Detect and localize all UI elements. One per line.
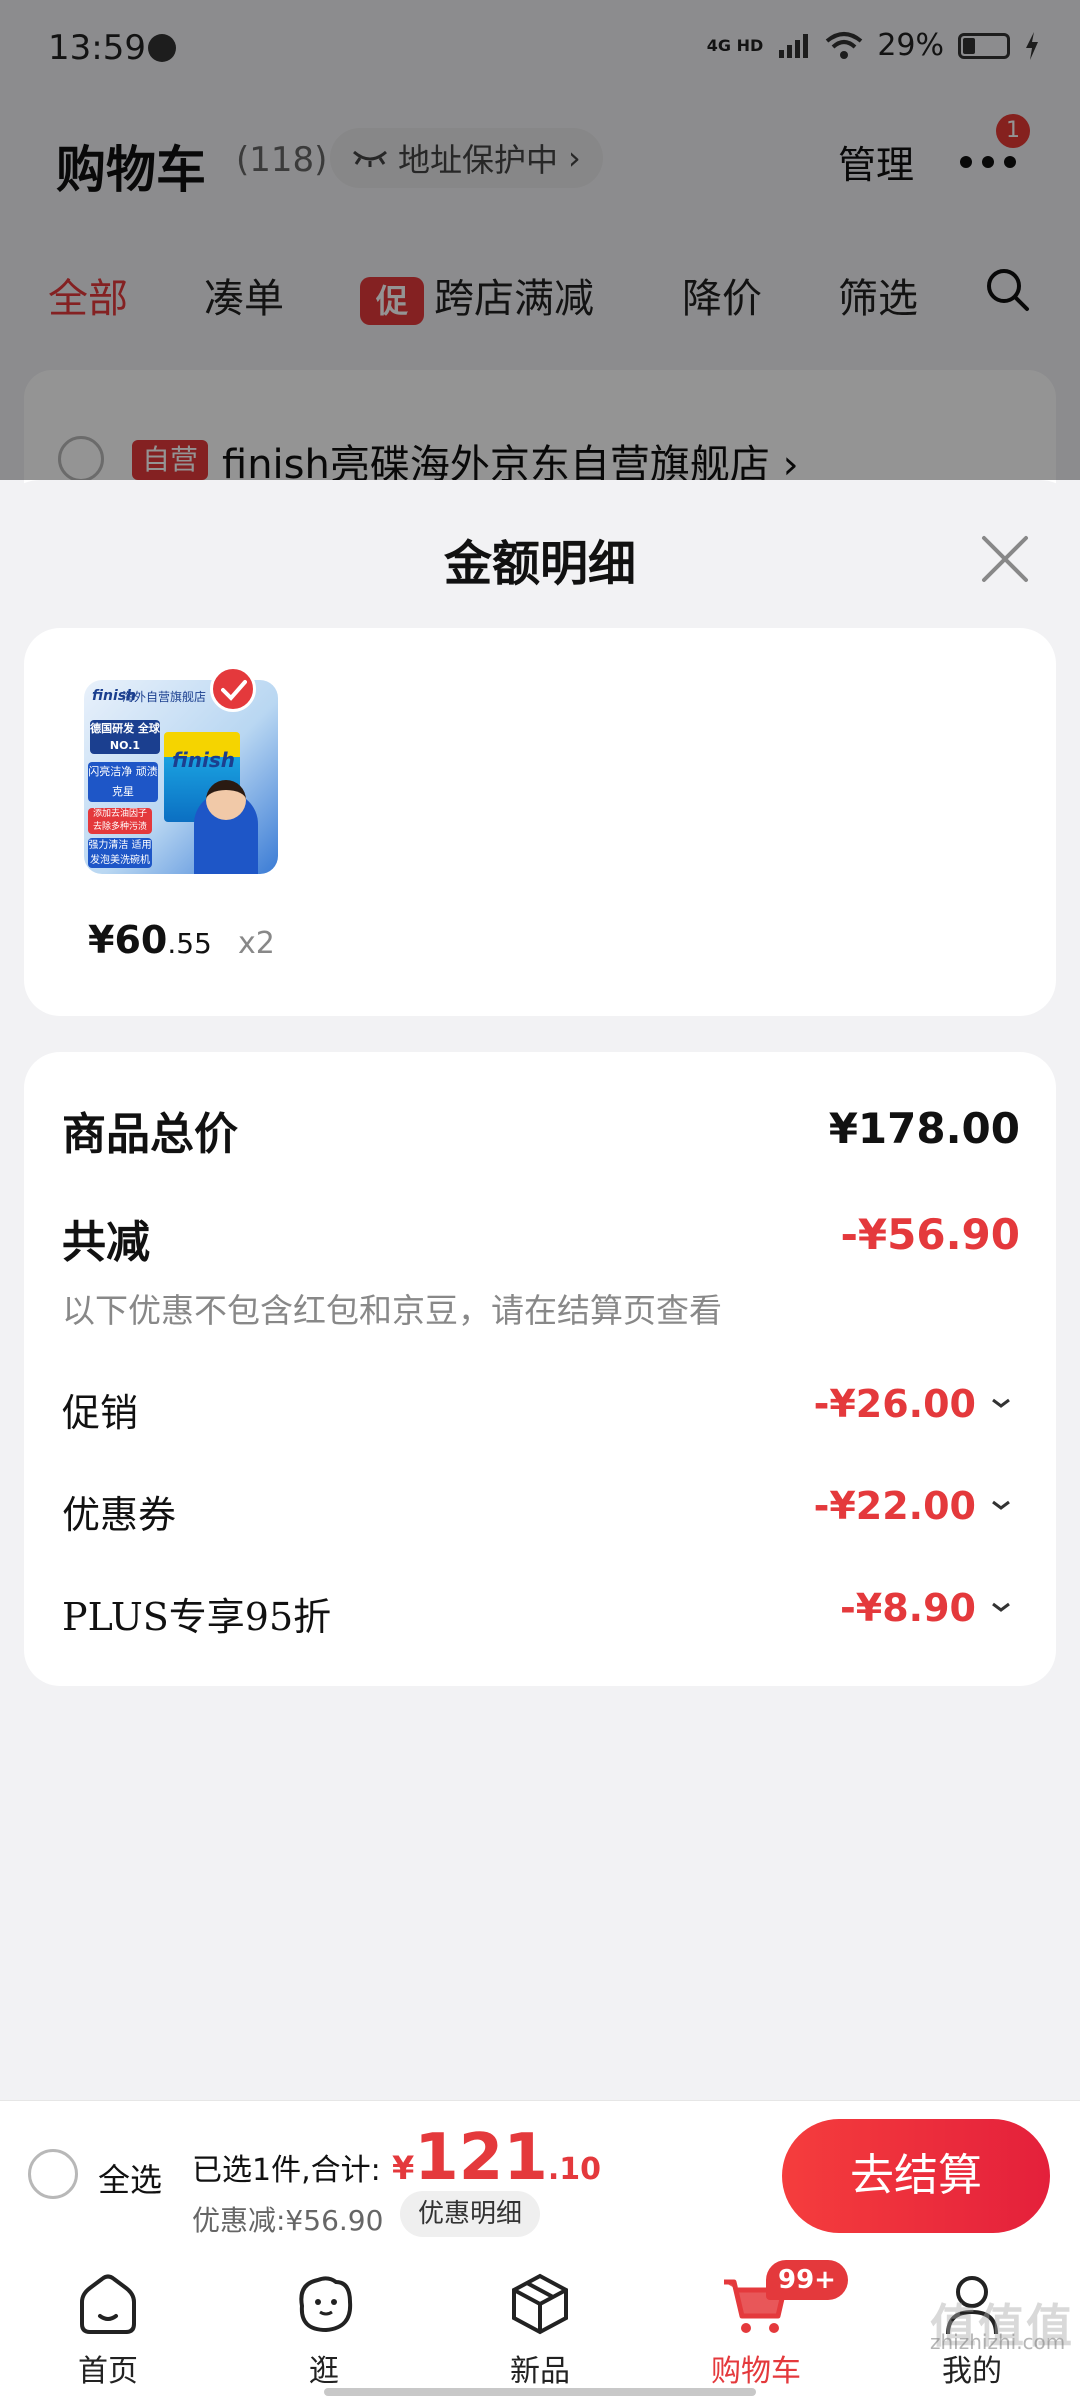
checkout-total: ¥121.10	[392, 2121, 601, 2195]
product-quantity: x2	[238, 926, 275, 961]
coupon-amount[interactable]: -¥22.00	[814, 1484, 976, 1528]
nav-cart-label: 购物车	[711, 2354, 801, 2389]
check-icon	[210, 666, 256, 712]
product-price: ¥60.55	[88, 918, 212, 962]
discount-info: 优惠减:¥56.90	[192, 2204, 384, 2237]
checkout-total-int: 121	[414, 2121, 548, 2195]
selected-info: 已选1件,合计:	[192, 2153, 381, 2188]
home-icon	[80, 2274, 136, 2334]
plus-discount-amount[interactable]: -¥8.90	[840, 1586, 976, 1630]
chevron-down-icon[interactable]	[990, 1596, 1012, 1618]
product-card: finish 海外自营旗舰店 德国研发 全球NO.1 闪亮洁净 顽渍克星 添加去…	[24, 628, 1056, 1016]
spokesperson-face	[206, 780, 246, 820]
nav-cart[interactable]: 99+ 购物车	[648, 2250, 864, 2400]
reduce-note: 以下优惠不包含红包和京豆，请在结算页查看	[62, 1291, 722, 1330]
product-image-red-label: 添加去油因子 去除多种污渍	[88, 808, 152, 834]
product-box-brand: finish	[172, 748, 235, 772]
nav-home-label: 首页	[78, 2354, 138, 2389]
watermark-url: zhizhizhi.com	[930, 2330, 1066, 2354]
total-amount: ¥178.00	[828, 1104, 1020, 1153]
cart-badge: 99+	[766, 2260, 848, 2300]
plus-discount-label: PLUS专享95折	[62, 1595, 332, 1639]
chevron-down-icon[interactable]	[990, 1392, 1012, 1414]
product-image-claim: 闪亮洁净 顽渍克星	[88, 762, 158, 802]
new-products-icon	[512, 2273, 568, 2335]
dim-overlay[interactable]	[0, 0, 1080, 480]
browse-icon	[299, 2276, 353, 2333]
nav-home[interactable]: 首页	[0, 2250, 216, 2400]
sheet-title: 金额明细	[443, 536, 636, 592]
product-price-int: ¥60	[88, 918, 168, 962]
product-image-store-label: 海外自营旗舰店	[122, 690, 207, 704]
bottom-nav: 首页 逛 新品 99+ 购物车 我的	[0, 2250, 1080, 2400]
coupon-label: 优惠券	[62, 1493, 177, 1537]
nav-browse-label: 逛	[309, 2354, 339, 2389]
promotion-label: 促销	[62, 1391, 139, 1435]
amount-detail-card: 商品总价 ¥178.00 共减 -¥56.90 以下优惠不包含红包和京豆，请在结…	[24, 1052, 1056, 1686]
checkout-total-dec: .10	[547, 2152, 602, 2187]
nav-new-products-label: 新品	[510, 2354, 570, 2389]
select-all-label[interactable]: 全选	[98, 2155, 162, 2201]
select-all-radio[interactable]	[28, 2149, 78, 2199]
checkout-button[interactable]: 去结算	[782, 2119, 1050, 2233]
reduce-label: 共减	[62, 1217, 150, 1268]
discount-detail-button[interactable]: 优惠明细	[400, 2191, 541, 2237]
product-image-clean-label: 强力清洁 适用发泡美洗碗机	[88, 838, 152, 868]
chevron-down-icon[interactable]	[990, 1494, 1012, 1516]
checkout-total-symbol: ¥	[392, 2149, 415, 2187]
home-indicator[interactable]	[324, 2388, 756, 2396]
reduce-amount: -¥56.90	[840, 1210, 1020, 1259]
close-icon[interactable]	[978, 532, 1032, 586]
product-price-dec: .55	[167, 927, 212, 960]
checkout-bar: 全选 已选1件,合计: ¥121.10 优惠减:¥56.90 优惠明细 去结算	[0, 2100, 1080, 2250]
amount-detail-sheet: 金额明细 finish 海外自营旗舰店 德国研发 全球NO.1 闪亮洁净 顽渍克…	[0, 480, 1080, 2100]
total-label: 商品总价	[62, 1109, 238, 1160]
product-image[interactable]: finish 海外自营旗舰店 德国研发 全球NO.1 闪亮洁净 顽渍克星 添加去…	[84, 680, 278, 874]
nav-new-products[interactable]: 新品	[432, 2250, 648, 2400]
nav-browse[interactable]: 逛	[216, 2250, 432, 2400]
promotion-amount[interactable]: -¥26.00	[814, 1382, 976, 1426]
product-image-no1: 德国研发 全球NO.1	[90, 720, 160, 754]
